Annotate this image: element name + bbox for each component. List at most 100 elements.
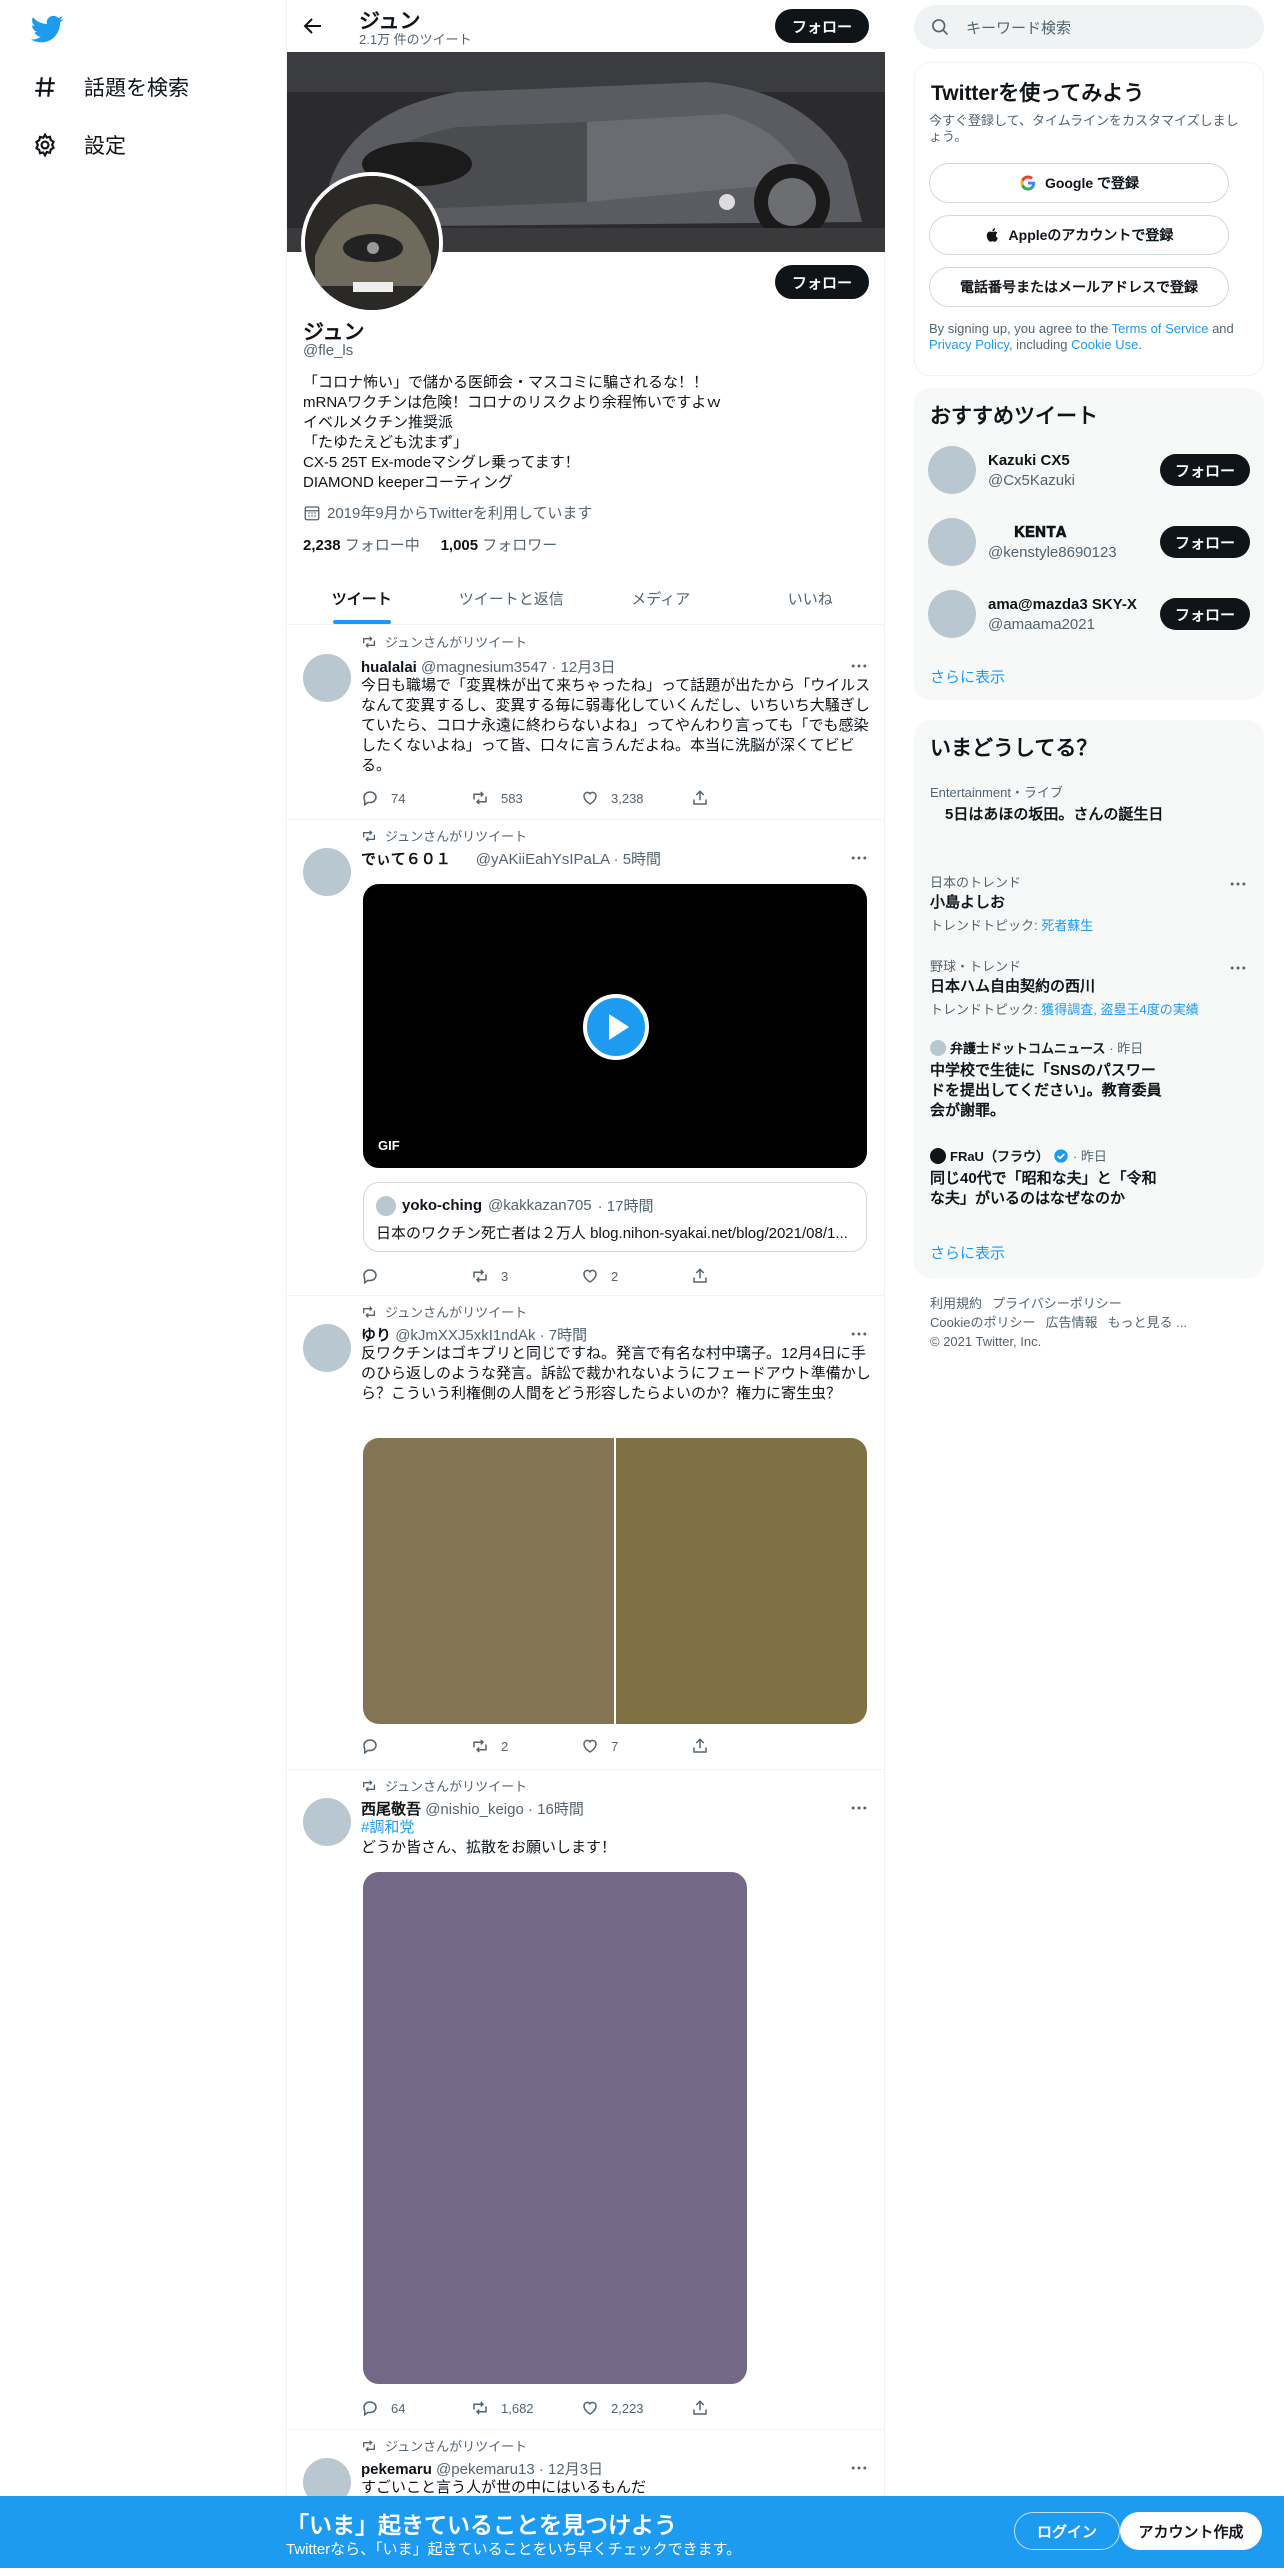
phone-email-signup-button[interactable]: 電話番号またはメールアドレスで登録 [929,267,1229,307]
footer-privacy[interactable]: プライバシーポリシー [992,1296,1122,1311]
more-options-icon[interactable] [849,2458,869,2478]
avatar[interactable] [928,590,976,638]
more-options-icon[interactable] [849,1798,869,1818]
more-options-icon[interactable] [849,656,869,676]
bottom-bar-subtitle: Twitterなら、「いま」起きていることをいち早くチェックできます。 [286,2541,742,2558]
retweet-button[interactable]: 2 [471,1737,581,1755]
author-handle[interactable]: @pekemaru13 [436,2461,535,2478]
follow-button[interactable]: フォロー [1160,598,1250,630]
apple-signup-button[interactable]: Appleのアカウントで登録 [929,215,1229,255]
author-name[interactable]: hualalai [361,659,417,676]
like-button[interactable]: 3,238 [581,789,691,807]
avatar[interactable] [303,848,351,896]
retweet-button[interactable]: 3 [471,1267,581,1285]
reply-button[interactable] [361,1267,471,1285]
retweet-button[interactable]: 1,682 [471,2399,581,2417]
trends-show-more[interactable]: さらに表示 [930,1242,1005,1263]
avatar[interactable] [303,1798,351,1846]
tab-media[interactable]: メディア [586,572,736,624]
gif-player[interactable]: GIF [363,884,867,1168]
followers-link[interactable]: 1,005 フォロワー [441,537,558,554]
tweet[interactable]: ジュンさんがリツイート 西尾敬吾 @nishio_keigo · 16時間 #調… [287,1770,885,2430]
author-handle[interactable]: @magnesium3547 [421,659,547,676]
like-button[interactable]: 2 [581,1267,691,1285]
author-handle[interactable]: @yAKiiEahYsIPaLA [476,851,610,868]
reply-button[interactable] [361,1737,471,1755]
play-icon[interactable] [582,993,650,1061]
share-button[interactable] [691,1737,801,1755]
signup-button[interactable]: アカウント作成 [1120,2512,1262,2550]
author-handle[interactable]: @nishio_keigo [425,1801,524,1818]
recommend-show-more[interactable]: さらに表示 [930,666,1005,687]
tab-tweets-and-replies[interactable]: ツイートと返信 [437,572,587,624]
profile-follow-button[interactable]: フォロー [775,265,869,299]
news-item[interactable]: 弁護士ドットコムニュース · 昨日 中学校で生徒に「SNSのパスワードを提出してく… [930,1038,1170,1121]
tweet-photo[interactable] [363,1872,747,2384]
tweet-time[interactable]: · 12月3日 [539,2461,603,2478]
reply-button[interactable]: 74 [361,789,471,807]
login-button[interactable]: ログイン [1014,2512,1120,2550]
recommend-user[interactable]: Kazuki CX5 @Cx5Kazuki フォロー [928,446,1250,498]
footer-terms[interactable]: 利用規約 [930,1296,982,1311]
avatar[interactable] [928,446,976,494]
google-signup-button[interactable]: Google で登録 [929,163,1229,203]
quoted-tweet[interactable]: yoko-ching @kakkazan705 · 17時間 日本のワクチン死亡… [363,1182,867,1252]
more-options-icon[interactable] [849,1324,869,1344]
more-options-icon[interactable] [849,848,869,868]
tweet-photo[interactable] [616,1438,867,1724]
avatar[interactable] [303,654,351,702]
author-handle[interactable]: @kJmXXJ5xkI1ndAk [395,1327,535,1344]
tweet[interactable]: ジュンさんがリツイート hualalai @magnesium3547 · 12… [287,626,885,820]
tweet-time[interactable]: · 5時間 [614,851,662,868]
search-input[interactable]: キーワード検索 [966,17,1071,38]
footer-cookie[interactable]: Cookieのポリシー [930,1315,1035,1330]
author-name[interactable]: pekemaru [361,2461,432,2478]
footer-ads[interactable]: 広告情報 [1045,1315,1097,1330]
more-options-icon[interactable] [1228,874,1248,894]
retweet-button[interactable]: 583 [471,789,581,807]
profile-avatar[interactable] [301,172,443,314]
twitter-logo-icon[interactable] [30,12,64,46]
trend-item[interactable]: 日本のトレンド 小島よしお トレンドトピック: 死者蘇生 [930,872,1248,934]
following-link[interactable]: 2,238 フォロー中 [303,537,420,554]
like-button[interactable]: 2,223 [581,2399,691,2417]
tweet[interactable]: ジュンさんがリツイート でぃて６０１ @yAKiiEahYsIPaLA · 5時… [287,820,885,1296]
tweet-photo[interactable] [363,1438,614,1724]
share-button[interactable] [691,2399,801,2417]
follow-button[interactable]: フォロー [1160,526,1250,558]
terms-link[interactable]: Terms of Service [1112,321,1209,336]
news-item[interactable]: FRaU（フラウ） · 昨日 同じ40代で「昭和な夫」と「令和な夫」がいるのはなぜ… [930,1146,1170,1209]
reply-button[interactable]: 64 [361,2399,471,2417]
header-follow-button[interactable]: フォロー [775,9,869,43]
share-button[interactable] [691,789,801,807]
nav-settings[interactable]: 設定 [32,125,126,165]
trend-item[interactable]: Entertainment・ライブ 5日はあほの坂田。さんの誕生日 [930,782,1248,825]
avatar[interactable] [303,1324,351,1372]
tweet-time[interactable]: · 7時間 [540,1327,588,1344]
like-button[interactable]: 7 [581,1737,691,1755]
recommend-user[interactable]: 𝐊𝐄𝐍𝐓𝐀 @kenstyle8690123 フォロー [928,518,1250,570]
tweet-time[interactable]: · 12月3日 [551,659,615,676]
author-name[interactable]: でぃて６０１ [361,851,451,868]
tab-tweets[interactable]: ツイート [287,572,437,624]
privacy-link[interactable]: Privacy Policy [929,337,1009,352]
nav-explore[interactable]: 話題を検索 [32,67,189,107]
hashtag-link[interactable]: #調和党 [361,1818,871,1838]
share-button[interactable] [691,1267,801,1285]
footer-more[interactable]: もっと見る ... [1107,1315,1186,1330]
more-options-icon[interactable] [1228,958,1248,978]
follow-button[interactable]: フォロー [1160,454,1250,486]
recommend-user[interactable]: ama@mazda3 SKY-X @amaama2021 フォロー [928,590,1250,642]
tweet[interactable]: ジュンさんがリツイート ゆり @kJmXXJ5xkI1ndAk · 7時間 反ワ… [287,1296,885,1770]
cookie-link[interactable]: Cookie Use [1071,337,1138,352]
retweet-icon [473,1739,487,1753]
tweet-time[interactable]: · 16時間 [528,1801,584,1818]
avatar[interactable] [928,518,976,566]
author-name[interactable]: 西尾敬吾 [361,1801,421,1818]
back-arrow-icon[interactable] [301,14,325,38]
reply-icon [363,1739,377,1755]
author-name[interactable]: ゆり [361,1327,391,1344]
tab-likes[interactable]: いいね [736,572,886,624]
trend-item[interactable]: 野球・トレンド 日本ハム自由契約の西川 トレンドトピック: 獲得調査, 盗塁王4… [930,956,1248,1018]
search-box[interactable]: キーワード検索 [914,5,1264,49]
